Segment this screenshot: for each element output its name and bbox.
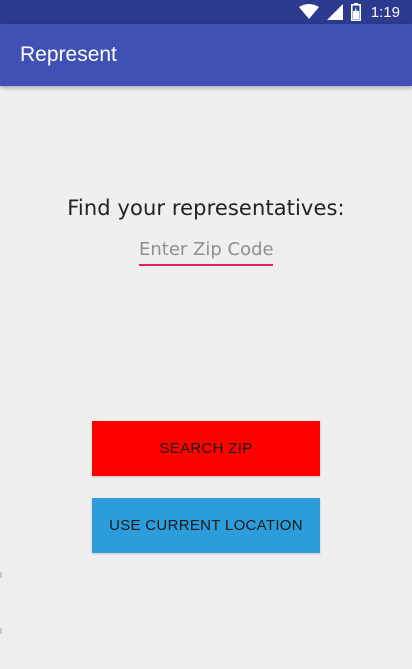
zip-code-input[interactable] (139, 234, 273, 266)
find-representatives-prompt: Find your representatives: (67, 196, 345, 220)
wifi-icon (298, 4, 319, 20)
status-icons: 1:19 (298, 0, 400, 24)
use-current-location-button[interactable]: USE CURRENT LOCATION (92, 498, 320, 553)
edge-divider (0, 628, 2, 634)
app-title: Represent (20, 43, 117, 66)
search-zip-button[interactable]: SEARCH ZIP (92, 421, 320, 476)
edge-divider (0, 572, 2, 578)
app-bar: Represent (0, 24, 412, 86)
signal-icon (326, 4, 343, 20)
status-clock: 1:19 (370, 3, 400, 21)
status-bar: 1:19 (0, 0, 412, 24)
battery-icon (350, 3, 361, 21)
